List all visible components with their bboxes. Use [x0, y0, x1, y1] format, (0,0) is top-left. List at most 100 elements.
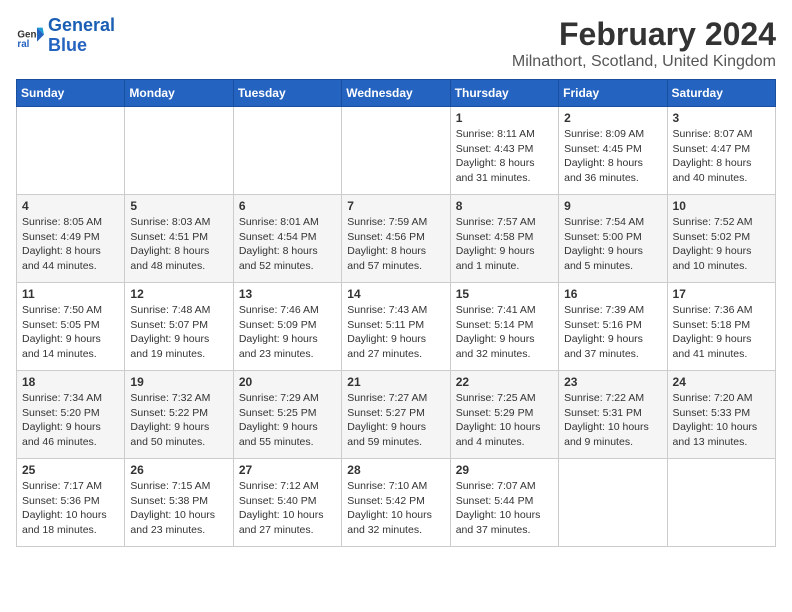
day-info: Sunrise: 8:05 AMSunset: 4:49 PMDaylight:… [22, 215, 119, 274]
day-number: 24 [673, 375, 770, 389]
day-number: 19 [130, 375, 227, 389]
table-row [559, 459, 667, 547]
day-info: Sunrise: 7:36 AMSunset: 5:18 PMDaylight:… [673, 303, 770, 362]
page-header: Gene ral General Blue February 2024 Miln… [16, 16, 776, 71]
month-title: February 2024 [512, 16, 776, 53]
day-info: Sunrise: 7:29 AMSunset: 5:25 PMDaylight:… [239, 391, 336, 450]
header-sunday: Sunday [17, 80, 125, 107]
day-number: 2 [564, 111, 661, 125]
table-row: 14 Sunrise: 7:43 AMSunset: 5:11 PMDayligh… [342, 283, 450, 371]
table-row: 4 Sunrise: 8:05 AMSunset: 4:49 PMDaylight… [17, 195, 125, 283]
table-row [17, 107, 125, 195]
table-row: 9 Sunrise: 7:54 AMSunset: 5:00 PMDaylight… [559, 195, 667, 283]
day-info: Sunrise: 8:09 AMSunset: 4:45 PMDaylight:… [564, 127, 661, 186]
table-row [233, 107, 341, 195]
table-row: 1 Sunrise: 8:11 AMSunset: 4:43 PMDaylight… [450, 107, 558, 195]
table-row: 2 Sunrise: 8:09 AMSunset: 4:45 PMDaylight… [559, 107, 667, 195]
calendar-week-5: 25 Sunrise: 7:17 AMSunset: 5:36 PMDayligh… [17, 459, 776, 547]
day-number: 17 [673, 287, 770, 301]
day-info: Sunrise: 7:32 AMSunset: 5:22 PMDaylight:… [130, 391, 227, 450]
day-number: 12 [130, 287, 227, 301]
day-number: 25 [22, 463, 119, 477]
calendar-week-3: 11 Sunrise: 7:50 AMSunset: 5:05 PMDayligh… [17, 283, 776, 371]
table-row: 18 Sunrise: 7:34 AMSunset: 5:20 PMDayligh… [17, 371, 125, 459]
day-number: 11 [22, 287, 119, 301]
day-info: Sunrise: 7:12 AMSunset: 5:40 PMDaylight:… [239, 479, 336, 538]
day-info: Sunrise: 7:46 AMSunset: 5:09 PMDaylight:… [239, 303, 336, 362]
table-row: 20 Sunrise: 7:29 AMSunset: 5:25 PMDayligh… [233, 371, 341, 459]
table-row: 27 Sunrise: 7:12 AMSunset: 5:40 PMDayligh… [233, 459, 341, 547]
day-info: Sunrise: 7:07 AMSunset: 5:44 PMDaylight:… [456, 479, 553, 538]
calendar-table: Sunday Monday Tuesday Wednesday Thursday… [16, 79, 776, 547]
day-number: 1 [456, 111, 553, 125]
day-number: 21 [347, 375, 444, 389]
day-info: Sunrise: 7:20 AMSunset: 5:33 PMDaylight:… [673, 391, 770, 450]
day-number: 9 [564, 199, 661, 213]
table-row: 15 Sunrise: 7:41 AMSunset: 5:14 PMDayligh… [450, 283, 558, 371]
logo-icon: Gene ral [16, 22, 44, 50]
table-row: 19 Sunrise: 7:32 AMSunset: 5:22 PMDayligh… [125, 371, 233, 459]
day-info: Sunrise: 8:07 AMSunset: 4:47 PMDaylight:… [673, 127, 770, 186]
header-thursday: Thursday [450, 80, 558, 107]
table-row [342, 107, 450, 195]
day-number: 10 [673, 199, 770, 213]
day-number: 16 [564, 287, 661, 301]
table-row: 11 Sunrise: 7:50 AMSunset: 5:05 PMDayligh… [17, 283, 125, 371]
day-number: 4 [22, 199, 119, 213]
table-row: 17 Sunrise: 7:36 AMSunset: 5:18 PMDayligh… [667, 283, 775, 371]
table-row: 16 Sunrise: 7:39 AMSunset: 5:16 PMDayligh… [559, 283, 667, 371]
table-row: 22 Sunrise: 7:25 AMSunset: 5:29 PMDayligh… [450, 371, 558, 459]
day-info: Sunrise: 7:22 AMSunset: 5:31 PMDaylight:… [564, 391, 661, 450]
day-info: Sunrise: 8:03 AMSunset: 4:51 PMDaylight:… [130, 215, 227, 274]
svg-text:ral: ral [17, 39, 29, 50]
day-number: 27 [239, 463, 336, 477]
day-info: Sunrise: 7:50 AMSunset: 5:05 PMDaylight:… [22, 303, 119, 362]
day-info: Sunrise: 7:25 AMSunset: 5:29 PMDaylight:… [456, 391, 553, 450]
table-row: 6 Sunrise: 8:01 AMSunset: 4:54 PMDaylight… [233, 195, 341, 283]
day-number: 22 [456, 375, 553, 389]
table-row: 29 Sunrise: 7:07 AMSunset: 5:44 PMDayligh… [450, 459, 558, 547]
day-number: 14 [347, 287, 444, 301]
day-info: Sunrise: 8:11 AMSunset: 4:43 PMDaylight:… [456, 127, 553, 186]
day-info: Sunrise: 7:54 AMSunset: 5:00 PMDaylight:… [564, 215, 661, 274]
day-info: Sunrise: 7:57 AMSunset: 4:58 PMDaylight:… [456, 215, 553, 274]
day-number: 13 [239, 287, 336, 301]
day-info: Sunrise: 7:43 AMSunset: 5:11 PMDaylight:… [347, 303, 444, 362]
table-row: 7 Sunrise: 7:59 AMSunset: 4:56 PMDaylight… [342, 195, 450, 283]
header-tuesday: Tuesday [233, 80, 341, 107]
table-row [125, 107, 233, 195]
location-title: Milnathort, Scotland, United Kingdom [512, 53, 776, 71]
day-info: Sunrise: 7:41 AMSunset: 5:14 PMDaylight:… [456, 303, 553, 362]
logo-name: General Blue [48, 16, 115, 56]
day-info: Sunrise: 7:59 AMSunset: 4:56 PMDaylight:… [347, 215, 444, 274]
day-info: Sunrise: 7:48 AMSunset: 5:07 PMDaylight:… [130, 303, 227, 362]
day-info: Sunrise: 7:39 AMSunset: 5:16 PMDaylight:… [564, 303, 661, 362]
calendar-week-1: 1 Sunrise: 8:11 AMSunset: 4:43 PMDaylight… [17, 107, 776, 195]
table-row: 21 Sunrise: 7:27 AMSunset: 5:27 PMDayligh… [342, 371, 450, 459]
title-area: February 2024 Milnathort, Scotland, Unit… [512, 16, 776, 71]
table-row: 26Sunrise: 7:15 AMSunset: 5:38 PMDayligh… [125, 459, 233, 547]
day-number: 20 [239, 375, 336, 389]
day-info: Sunrise: 7:17 AMSunset: 5:36 PMDaylight:… [22, 479, 119, 538]
header-saturday: Saturday [667, 80, 775, 107]
day-number: 6 [239, 199, 336, 213]
table-row: 8Sunrise: 7:57 AMSunset: 4:58 PMDaylight… [450, 195, 558, 283]
day-info: Sunrise: 7:27 AMSunset: 5:27 PMDaylight:… [347, 391, 444, 450]
table-row: 10Sunrise: 7:52 AMSunset: 5:02 PMDayligh… [667, 195, 775, 283]
day-number: 29 [456, 463, 553, 477]
table-row: 25 Sunrise: 7:17 AMSunset: 5:36 PMDayligh… [17, 459, 125, 547]
table-row: 3Sunrise: 8:07 AMSunset: 4:47 PMDaylight… [667, 107, 775, 195]
table-row: 23Sunrise: 7:22 AMSunset: 5:31 PMDayligh… [559, 371, 667, 459]
day-info: Sunrise: 8:01 AMSunset: 4:54 PMDaylight:… [239, 215, 336, 274]
day-number: 26 [130, 463, 227, 477]
header-friday: Friday [559, 80, 667, 107]
table-row [667, 459, 775, 547]
day-info: Sunrise: 7:34 AMSunset: 5:20 PMDaylight:… [22, 391, 119, 450]
header-monday: Monday [125, 80, 233, 107]
logo: Gene ral General Blue [16, 16, 115, 56]
day-number: 18 [22, 375, 119, 389]
day-number: 7 [347, 199, 444, 213]
calendar-week-2: 4 Sunrise: 8:05 AMSunset: 4:49 PMDaylight… [17, 195, 776, 283]
day-number: 28 [347, 463, 444, 477]
day-number: 15 [456, 287, 553, 301]
